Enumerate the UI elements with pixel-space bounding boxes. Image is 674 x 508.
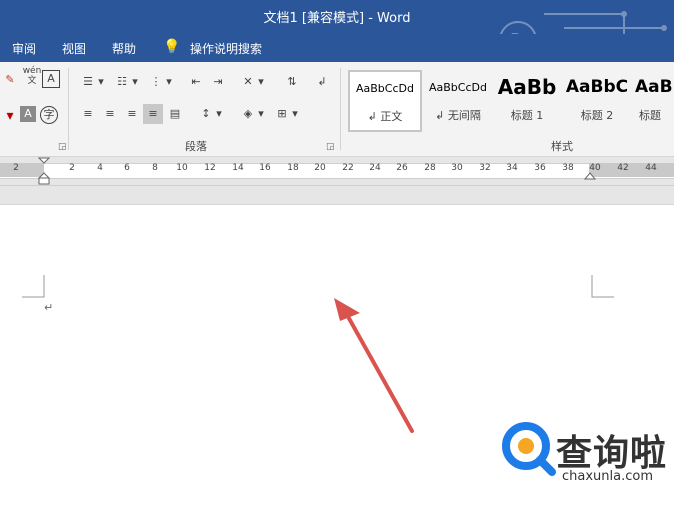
tab-help[interactable]: 帮助 [112,40,136,57]
align-right-icon[interactable]: ≡ [122,104,142,124]
ruler-tick-label: 2 [69,163,75,173]
ruler-tick-label: 22 [342,163,354,173]
group-separator [68,68,69,150]
numbering-icon[interactable]: ☷ [112,72,132,92]
decrease-indent-icon[interactable]: ⇤ [186,72,206,92]
ruler-tick-label: 44 [645,163,657,173]
align-center-icon[interactable]: ≡ [100,104,120,124]
ruler-tick-label: 6 [124,163,130,173]
ribbon: ✎ wén 文 A ▾ A 字 ☰ ▾ ☷ ▾ ⋮ ▾ ⇤ ⇥ ✕ ▾ ⇅ ↲ ≡… [0,62,674,157]
asian-layout-icon[interactable]: ✕ [238,72,258,92]
align-left-icon[interactable]: ≡ [78,104,98,124]
tab-review[interactable]: 审阅 [12,40,36,57]
enclose-characters-icon[interactable]: 字 [40,106,58,124]
show-marks-icon[interactable]: ↲ [312,72,332,92]
borders-dropdown-icon[interactable]: ▾ [290,104,300,124]
ruler-tick-label: 32 [479,163,491,173]
ruler-tick-label: 14 [232,163,244,173]
shading-dropdown-icon[interactable]: ▾ [256,104,266,124]
phonetic-guide-icon[interactable]: wén 文 [22,66,42,86]
ruler-tick-label: 12 [204,163,216,173]
asian-layout-dropdown-icon[interactable]: ▾ [256,72,266,92]
style-heading-1[interactable]: AaBb 标题 1 [494,70,560,130]
watermark-url: chaxunla.com [562,469,653,484]
eraser-icon[interactable]: ✎ [0,70,20,90]
ruler-tick-label: 2 [13,163,19,173]
style-no-spacing[interactable]: AaBbCcDd ↲ 无间隔 [422,70,494,130]
distributed-icon[interactable]: ▤ [165,104,185,124]
chaxunla-logo-icon [502,422,556,476]
style-title[interactable]: AaB 标题 [634,70,674,130]
ruler-tick-label: 18 [287,163,299,173]
style-heading-2[interactable]: AaBbC 标题 2 [564,70,630,130]
ruler-tick-label: 30 [451,163,463,173]
justify-icon[interactable]: ≡ [143,104,163,124]
style-normal[interactable]: AaBbCcDd ↲ 正文 [348,70,422,132]
bullets-icon[interactable]: ☰ [78,72,98,92]
ruler-tick-label: 4 [97,163,103,173]
character-shading-icon[interactable]: A [20,106,36,122]
font-color-dropdown[interactable]: ▾ [0,106,20,126]
font-dialog-launcher-icon[interactable]: ◲ [58,142,67,152]
page-top-gap [0,186,674,205]
styles-gallery: AaBbCcDd ↲ 正文 AaBbCcDd ↲ 无间隔 AaBb 标题 1 A… [346,68,674,132]
ruler-tick-label: 36 [534,163,546,173]
bullets-dropdown-icon[interactable]: ▾ [96,72,106,92]
ruler-tick-label: 38 [562,163,574,173]
ruler-tick-label: 20 [314,163,326,173]
ruler-tick-label: 42 [617,163,629,173]
ruler-tick-label: 24 [369,163,381,173]
ruler-tick-label: 26 [396,163,408,173]
sort-icon[interactable]: ⇅ [282,72,302,92]
character-border-icon[interactable]: A [42,70,60,88]
ruler-tick-label: 34 [506,163,518,173]
shading-bucket-icon[interactable]: ◈ [238,104,258,124]
paragraph-group-label: 段落 [185,140,207,153]
title-bar: 文档1 [兼容模式] - Word R [0,0,674,59]
indent-markers[interactable] [37,157,51,185]
line-spacing-icon[interactable]: ↕ [196,104,216,124]
increase-indent-icon[interactable]: ⇥ [208,72,228,92]
numbering-dropdown-icon[interactable]: ▾ [130,72,140,92]
group-separator [340,68,341,150]
multilevel-list-icon[interactable]: ⋮ [146,72,166,92]
ruler-tick-label: 10 [176,163,188,173]
styles-group-label: 样式 [551,140,573,153]
horizontal-ruler[interactable]: 2 2 4 6 8 10 12 14 16 18 20 22 24 26 28 30 32 34 36 38 40 42 4… [0,157,674,186]
ruler-tick-label: 8 [152,163,158,173]
tab-view[interactable]: 视图 [62,40,86,57]
multilevel-dropdown-icon[interactable]: ▾ [164,72,174,92]
line-spacing-dropdown-icon[interactable]: ▾ [214,104,224,124]
tell-me-search[interactable]: 操作说明搜索 [190,40,262,57]
menu-bar: 审阅 视图 帮助 💡 操作说明搜索 [0,34,674,62]
right-indent-marker[interactable] [583,171,597,181]
ruler-tick-label: 16 [259,163,271,173]
borders-icon[interactable]: ⊞ [272,104,292,124]
paragraph-dialog-launcher-icon[interactable]: ◲ [326,142,335,152]
ruler-tick-label: 28 [424,163,436,173]
lightbulb-icon[interactable]: 💡 [163,39,180,55]
